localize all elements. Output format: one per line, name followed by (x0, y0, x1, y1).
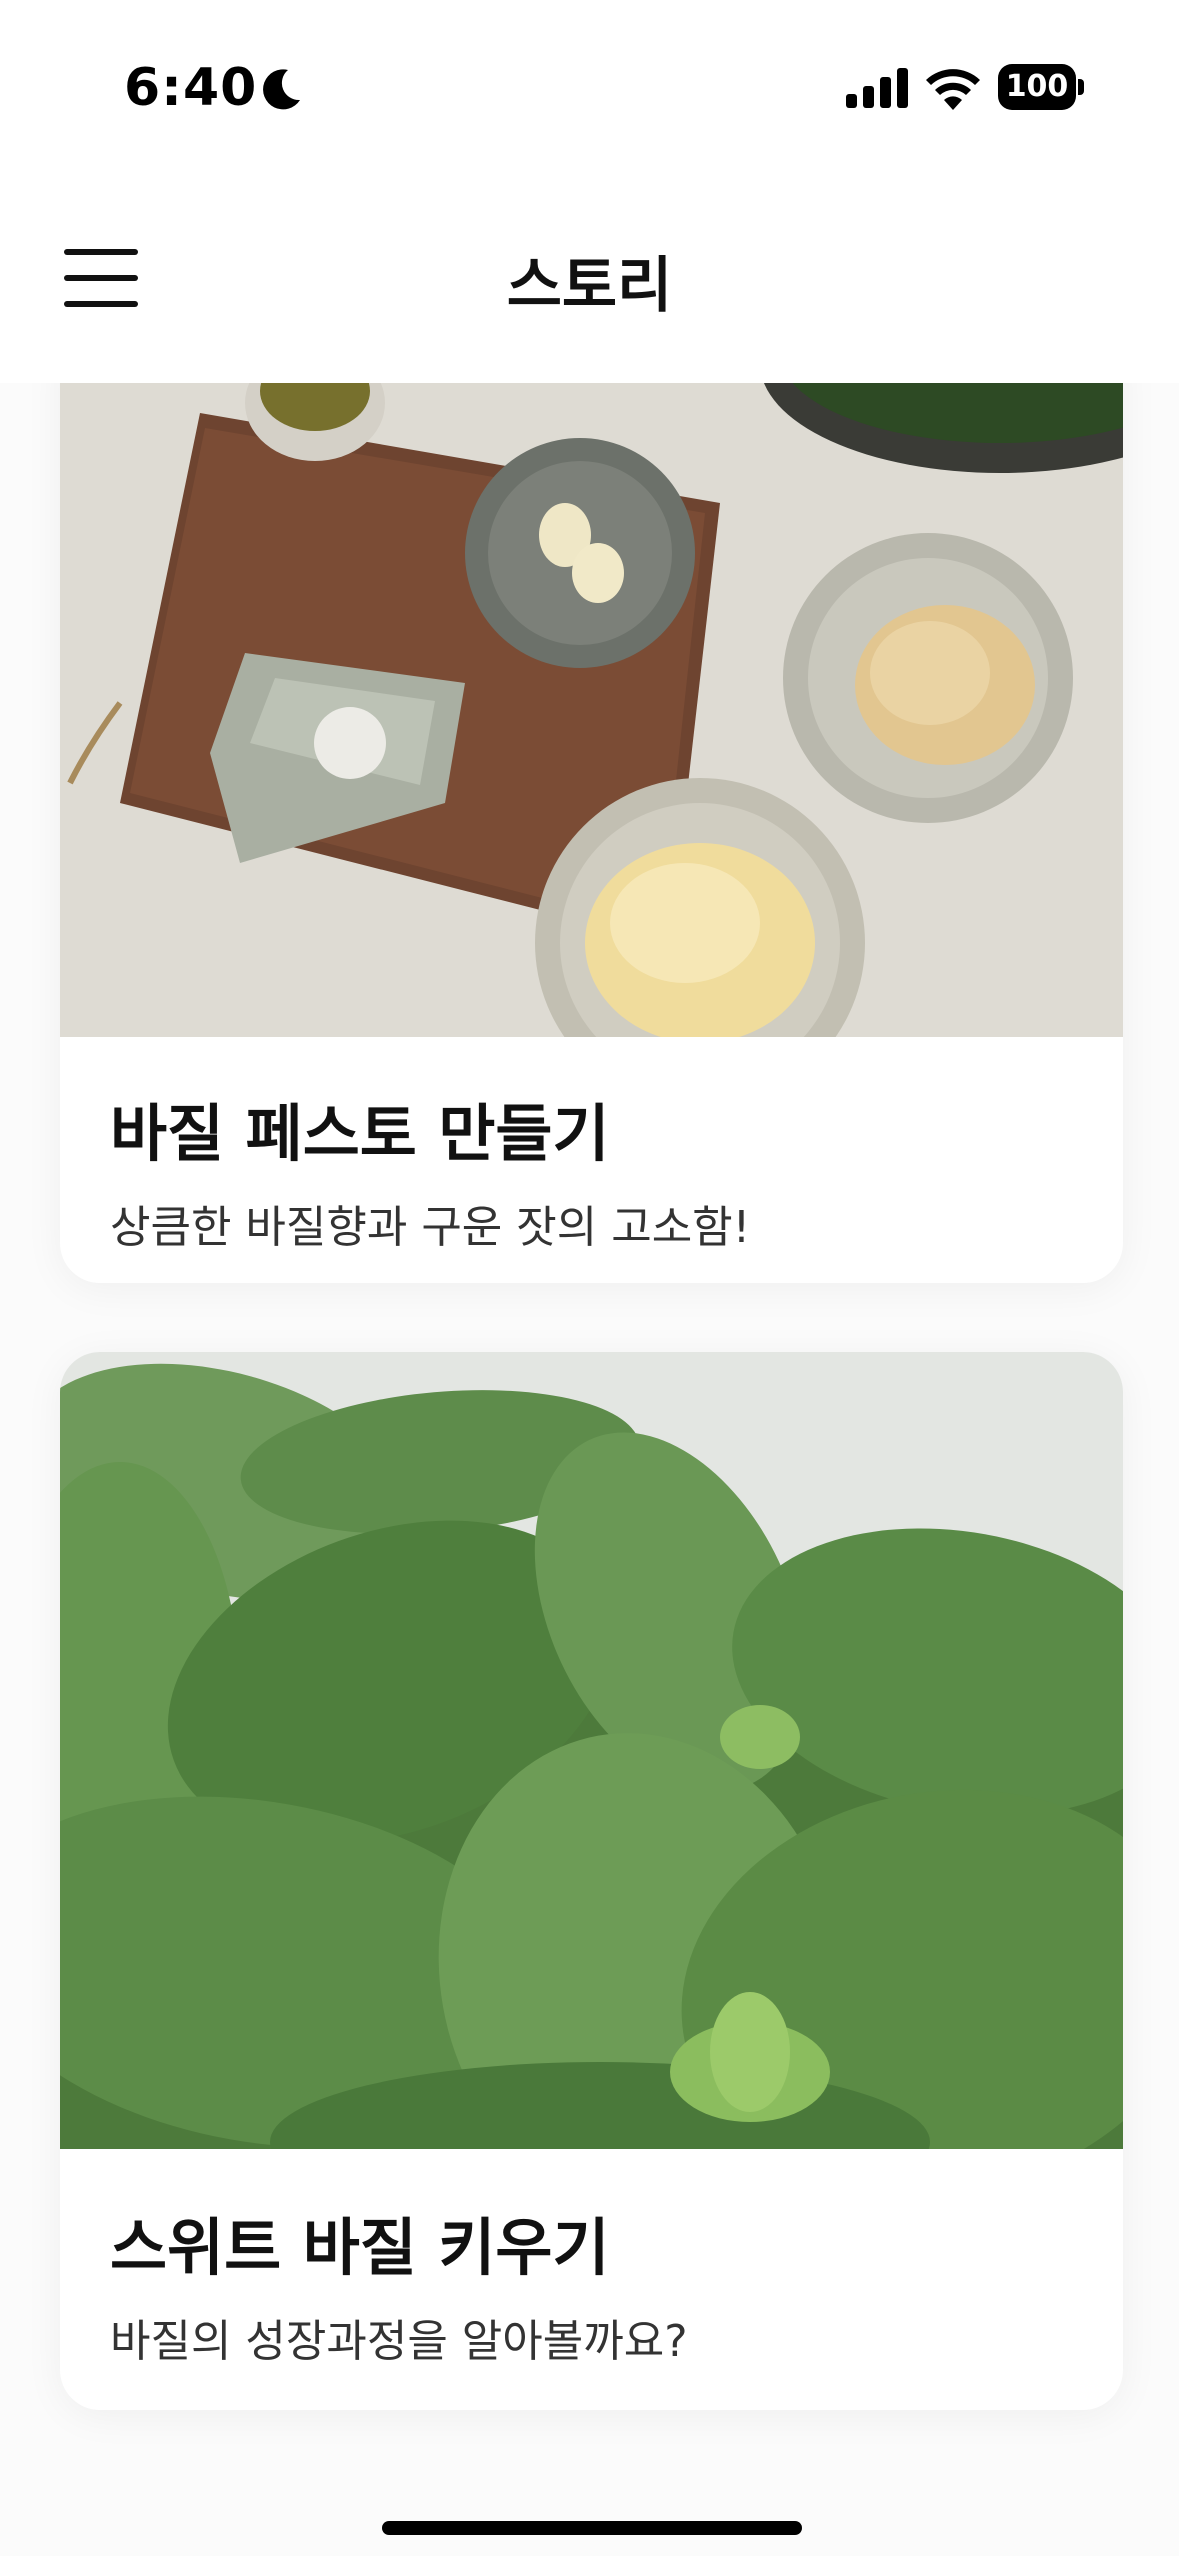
story-card-basil[interactable]: 스위트 바질 키우기 바질의 성장과정을 알아볼까요? (60, 1352, 1123, 2410)
battery-level: 100 (1005, 69, 1069, 104)
status-bar: 6:40 100 (0, 0, 1179, 175)
story-title: 바질 페스토 만들기 (110, 1097, 610, 1170)
story-screen: 6:40 100 스토리 바질 페스토 만들기 상큼한 바질향과 구운 잣의 고… (0, 0, 1179, 2556)
story-subtitle: 상큼한 바질향과 구운 잣의 고소함! (110, 1202, 751, 1253)
page-title: 스토리 (506, 251, 673, 321)
status-time: 6:40 (124, 58, 258, 118)
story-card-pesto[interactable]: 바질 페스토 만들기 상큼한 바질향과 구운 잣의 고소함! (60, 383, 1123, 1283)
nav-bar: 스토리 (0, 175, 1179, 383)
pesto-ingredients-photo (60, 383, 1123, 1037)
story-list[interactable]: 바질 페스토 만들기 상큼한 바질향과 구운 잣의 고소함! 스위트 바질 키우… (0, 383, 1179, 2483)
sweet-basil-plant-photo (60, 1352, 1123, 2149)
story-subtitle: 바질의 성장과정을 알아볼까요? (110, 2316, 688, 2367)
wifi-icon (926, 69, 980, 110)
home-indicator[interactable] (382, 2521, 802, 2535)
moon-icon (263, 69, 300, 110)
battery-icon: 100 (998, 64, 1084, 110)
story-title: 스위트 바질 키우기 (110, 2211, 610, 2284)
signal-icon (846, 68, 908, 108)
